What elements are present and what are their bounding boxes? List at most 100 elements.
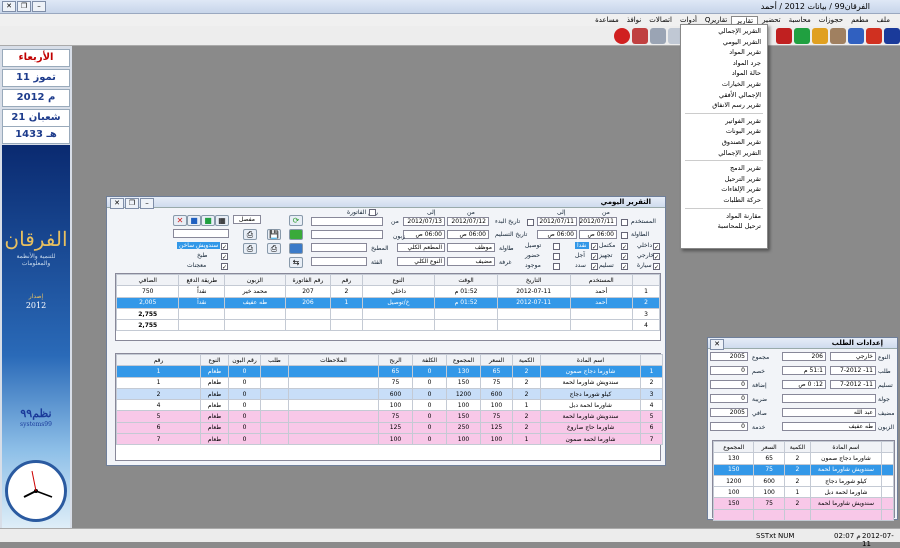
cancel-button[interactable]: ✕ — [173, 215, 187, 226]
discount-value[interactable]: 0 — [710, 366, 748, 375]
column-header[interactable]: النوع — [361, 273, 436, 287]
excel-button[interactable] — [289, 229, 303, 240]
detailed-button[interactable]: مفصل — [233, 215, 261, 224]
open-button[interactable]: ■ — [187, 215, 201, 226]
customer-select[interactable]: طه عفيف — [782, 422, 876, 431]
table-row[interactable]: 6 شاورما حاج صاروخ 2 125 250 0 125 0 طعام 6 — [116, 421, 663, 435]
table-row[interactable]: 7 شاورما لحمة صمون 1 100 100 0 100 0 طعام 7 — [116, 433, 663, 446]
pres-checkbox[interactable] — [553, 253, 560, 260]
menu-2[interactable]: حجوزات — [815, 16, 847, 24]
table-row[interactable] — [712, 508, 895, 522]
column-header[interactable]: طريقة الدفع — [178, 273, 226, 287]
date-to-input[interactable]: 2012/07/11 — [537, 217, 577, 226]
save-button[interactable]: 💾 — [267, 229, 281, 240]
minimize-button[interactable]: – — [32, 1, 46, 12]
save-green-button[interactable]: ■ — [201, 215, 215, 226]
report-menu-item[interactable]: مقارنة المواد — [681, 211, 767, 222]
gear-icon[interactable] — [632, 28, 648, 44]
print-icon[interactable] — [848, 28, 864, 44]
menu-0[interactable]: ملف — [873, 16, 894, 24]
report-menu-item[interactable]: التقرير اليومي — [681, 37, 767, 48]
report-menu-item[interactable]: الإجمالي الأفقي — [681, 90, 767, 101]
menu-7[interactable]: أدوات — [676, 16, 701, 24]
column-header[interactable]: اسم المادة — [540, 353, 641, 367]
credit-checkbox[interactable] — [591, 253, 598, 260]
print-preview-button[interactable]: ⎙ — [267, 243, 281, 254]
report-menu-item[interactable]: جرد المواد — [681, 58, 767, 69]
report-menu-item[interactable]: تقرير الصندوق — [681, 137, 767, 148]
chart-button[interactable] — [289, 243, 303, 254]
column-header[interactable]: الصافي — [115, 273, 180, 287]
done-checkbox[interactable] — [621, 243, 628, 250]
food-icon[interactable] — [812, 28, 828, 44]
report-menu-item[interactable]: تقرير الدمج — [681, 163, 767, 174]
restore-button[interactable]: ❐ — [17, 1, 31, 12]
dine-in-checkbox[interactable] — [653, 243, 660, 250]
report-menu-item[interactable]: تقرير الترحيل — [681, 174, 767, 185]
time-from2-input[interactable]: 06:00 ص — [447, 230, 489, 239]
printer-setup-button[interactable]: ⎙ — [243, 243, 257, 254]
meter-icon[interactable] — [866, 28, 882, 44]
category-select[interactable] — [311, 257, 367, 266]
kitchen-select[interactable] — [311, 243, 367, 252]
table-row[interactable]: 2 أحمد 2012-07-11 01:52 م خ/توصيل 1 206 طه عفيف… — [115, 296, 661, 309]
table-row[interactable]: شاورما دجاج صمون 2 65 130 — [712, 452, 895, 465]
calendar-icon[interactable] — [830, 28, 846, 44]
report-menu-item[interactable]: تقرير الإلغاءات — [681, 184, 767, 195]
column-header[interactable]: الوقت — [434, 273, 498, 287]
shield-icon[interactable] — [794, 28, 810, 44]
deliver-time[interactable]: 12: 0 ص — [782, 380, 826, 389]
table-row[interactable]: 1 شاورما دجاج صمون 2 65 130 0 65 0 طعام 1 — [116, 365, 663, 378]
column-header[interactable]: رقم البون — [228, 353, 261, 367]
type-select[interactable]: خارجي — [830, 352, 876, 361]
table-row[interactable]: سندويش شاورما لحمة 2 75 150 — [712, 497, 895, 510]
request-date[interactable]: 11- 7-2012 — [830, 366, 876, 375]
conn-checkbox[interactable] — [553, 243, 560, 250]
split-button[interactable]: ⇆ — [289, 257, 303, 268]
table-row[interactable]: 3 2,755 — [115, 307, 661, 321]
grid-view-button[interactable]: ▦ — [215, 215, 229, 226]
table-row[interactable]: كيلو شورما دجاج 2 600 1200 — [712, 474, 895, 488]
column-header[interactable]: الملاحظات — [288, 353, 379, 367]
invoice-checkbox[interactable] — [369, 209, 376, 216]
prepared-checkbox[interactable] — [621, 253, 628, 260]
table-row[interactable]: سندويش شاورما لحمة 2 75 150 — [712, 463, 895, 476]
all-kitchen-select[interactable]: المطعم الكلي — [397, 243, 445, 252]
report-menu-item[interactable]: تقرير رسم الانفاق — [681, 100, 767, 111]
employee-select[interactable]: موظف — [447, 243, 495, 252]
table-row[interactable]: شاورما لحمة دبل 1 100 100 — [712, 486, 895, 499]
table-row[interactable]: 3 كيلو شورما دجاج 2 600 1200 0 600 0 طعام 2 — [116, 387, 663, 401]
column-header[interactable]: الربح — [378, 353, 413, 367]
menu-9[interactable]: نوافذ — [623, 16, 646, 24]
party-select[interactable] — [782, 394, 876, 403]
table-row[interactable]: 5 سندويش شاورما لحمة 2 75 150 0 75 0 طعام 5 — [116, 410, 663, 423]
start-date-checkbox[interactable] — [527, 219, 534, 226]
report-menu-item[interactable]: تقرير البونات — [681, 126, 767, 137]
column-header[interactable]: المستخدم — [569, 273, 633, 287]
report-menu-item[interactable]: التقرير الإجمالي — [681, 26, 767, 37]
invoice-to-input[interactable] — [311, 230, 383, 239]
print-button[interactable]: ⎙ — [243, 229, 257, 240]
table-row[interactable]: 4 شاورما لحمة دبل 1 100 100 0 100 0 طعام 4 — [116, 399, 663, 412]
order-number[interactable]: 206 — [782, 352, 826, 361]
tax-value[interactable]: 0 — [710, 394, 748, 403]
report-menu-item[interactable]: تقرير الخيارات — [681, 79, 767, 90]
column-header[interactable]: اسم المادة — [810, 440, 882, 454]
power-icon[interactable] — [614, 28, 630, 44]
close-button[interactable]: ✕ — [2, 1, 16, 12]
report-menu-item[interactable]: التقرير الإجمالي — [681, 148, 767, 159]
deliver-date[interactable]: 11- 7-2012 — [830, 380, 876, 389]
column-header[interactable]: الكلفة — [412, 353, 447, 367]
request-time[interactable]: 51:1 م — [782, 366, 826, 375]
addition-value[interactable]: 0 — [710, 380, 748, 389]
delivered-checkbox[interactable] — [621, 263, 628, 270]
report-menu-item[interactable]: ترحيل للمحاسبة — [681, 221, 767, 232]
column-header[interactable]: الكمية — [512, 353, 541, 367]
column-header[interactable]: طلب — [260, 353, 289, 367]
time-to-input[interactable]: 06:00 ص — [537, 230, 577, 239]
menu-item-3-checkbox[interactable] — [221, 263, 228, 270]
menu-item-1-checkbox[interactable] — [221, 243, 228, 250]
column-header[interactable]: النوع — [200, 353, 229, 367]
item-type-select[interactable] — [173, 229, 229, 238]
user-icon[interactable] — [884, 28, 900, 44]
